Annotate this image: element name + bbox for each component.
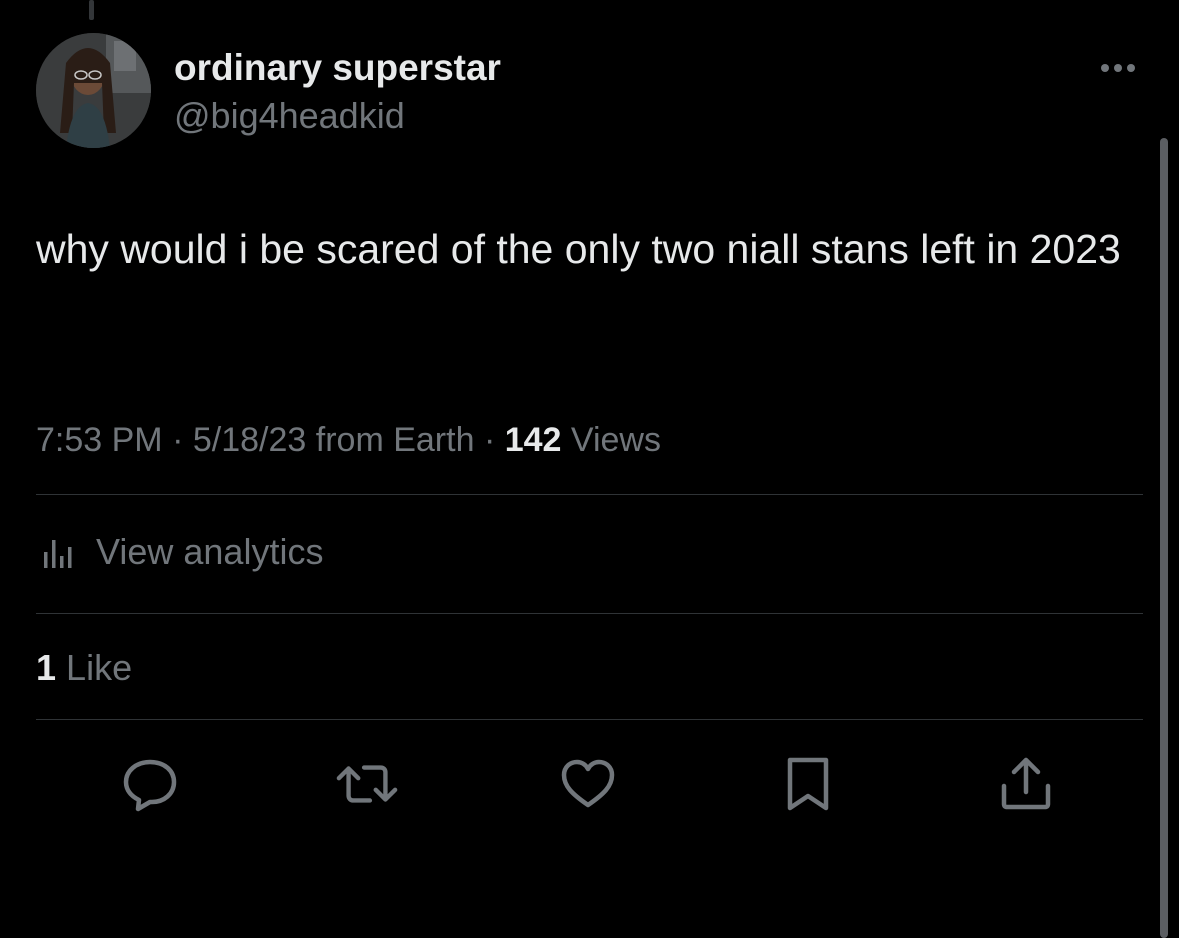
more-dot-icon (1127, 64, 1135, 72)
tweet-time[interactable]: 7:53 PM (36, 421, 163, 459)
more-options-button[interactable] (1090, 50, 1146, 86)
tweet-source: from Earth (315, 421, 475, 459)
divider (36, 719, 1143, 720)
retweet-button[interactable] (335, 752, 399, 816)
like-icon (561, 759, 615, 808)
bookmark-icon (787, 757, 829, 811)
views-count: 142 (504, 421, 562, 459)
meta-separator: · (172, 421, 184, 459)
more-dot-icon (1101, 64, 1109, 72)
like-button[interactable] (556, 752, 620, 816)
share-button[interactable] (994, 752, 1058, 816)
author-handle[interactable]: @big4headkid (174, 94, 405, 138)
likes-label: Like (66, 647, 133, 688)
author-display-name[interactable]: ordinary superstar (174, 46, 501, 90)
avatar-image (36, 33, 151, 148)
reply-button[interactable] (118, 752, 182, 816)
likes-count: 1 (36, 647, 57, 688)
divider (36, 494, 1143, 495)
tweet-text: why would i be scared of the only two ni… (36, 226, 1121, 272)
likes-summary[interactable]: 1 Like (36, 645, 132, 691)
thread-connector-line (89, 0, 94, 20)
analytics-bar-icon (44, 540, 72, 568)
share-icon (1001, 757, 1051, 810)
bookmark-button[interactable] (776, 752, 840, 816)
avatar[interactable] (36, 33, 151, 148)
more-dot-icon (1114, 64, 1122, 72)
meta-separator: · (483, 421, 496, 459)
views-label: Views (570, 421, 661, 459)
scrollbar[interactable] (1160, 138, 1168, 938)
tweet-meta: 7:53 PM · 5/18/23 from Earth · 142 Views (36, 418, 661, 462)
view-analytics-label: View analytics (96, 531, 324, 572)
tweet-date[interactable]: 5/18/23 (193, 421, 306, 459)
retweet-icon (336, 765, 398, 803)
divider (36, 613, 1143, 614)
reply-icon (123, 759, 177, 812)
view-analytics-link[interactable]: View analytics (36, 528, 323, 576)
